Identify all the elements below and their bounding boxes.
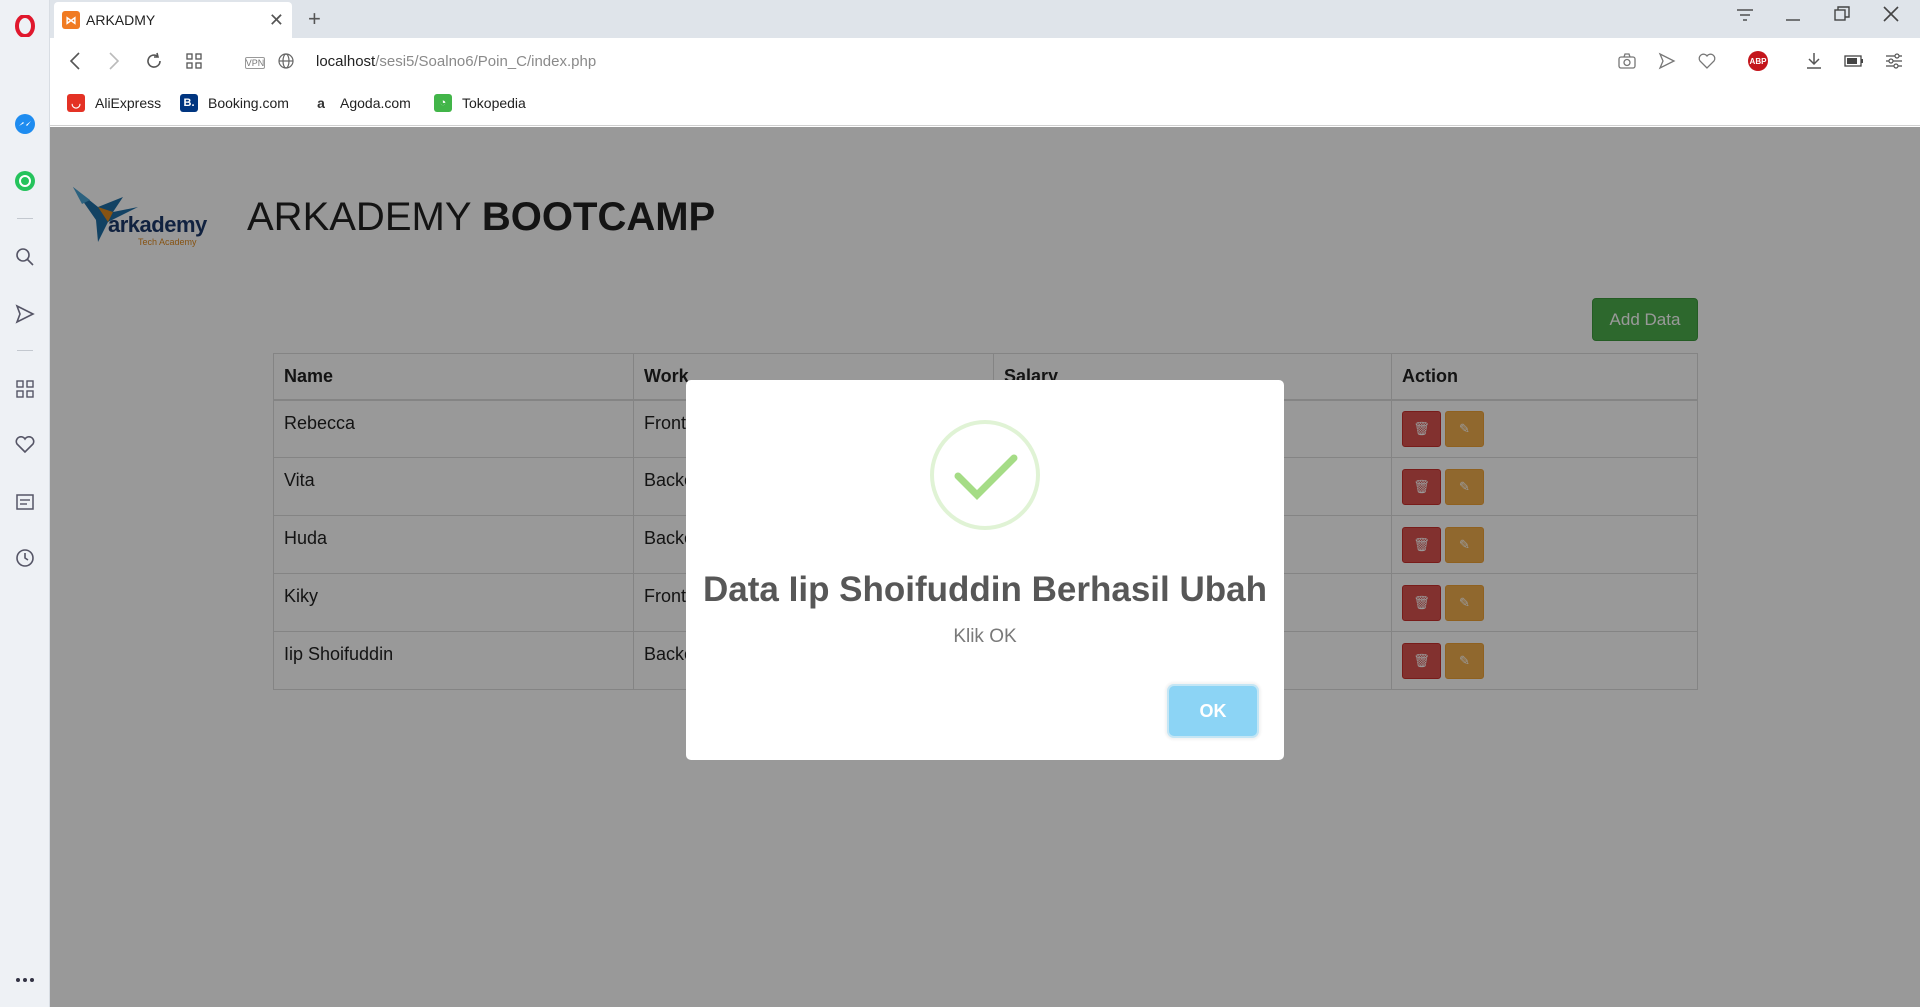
history-clock-icon[interactable] xyxy=(13,546,37,570)
browser-tab[interactable]: ⋈ ARKADMY ✕ xyxy=(54,2,292,38)
tab-menu-icon[interactable] xyxy=(1736,6,1754,27)
sidebar-divider xyxy=(17,218,33,219)
bookmark-label: Booking.com xyxy=(208,95,289,111)
new-tab-icon[interactable]: + xyxy=(308,6,321,32)
search-icon[interactable] xyxy=(13,245,37,269)
tab-close-icon[interactable]: ✕ xyxy=(269,10,284,31)
download-icon[interactable] xyxy=(1803,50,1825,72)
tabs-grid-icon[interactable] xyxy=(183,50,205,72)
page-content: arkademy Tech Academy ARKADEMY BOOTCAMP … xyxy=(50,127,1920,1007)
speed-dial-icon[interactable] xyxy=(13,377,37,401)
url-path: /sesi5/Soalno6/Poin_C/index.php xyxy=(375,53,597,70)
booking-icon: B. xyxy=(180,94,198,112)
bookmark-label: AliExpress xyxy=(95,95,162,111)
snapshot-camera-icon[interactable] xyxy=(1616,50,1638,72)
vpn-badge[interactable]: VPN xyxy=(245,57,265,69)
bookmark-tokopedia[interactable]: ◔ Tokopedia xyxy=(434,94,526,112)
sidebar-divider xyxy=(17,350,33,351)
dialog-text: Klik OK xyxy=(953,626,1017,647)
news-icon[interactable] xyxy=(13,490,37,514)
opera-logo-icon[interactable] xyxy=(13,14,37,38)
tab-favicon-icon: ⋈ xyxy=(62,11,80,29)
minimize-icon[interactable] xyxy=(1785,6,1801,27)
url-host: localhost xyxy=(316,53,376,70)
more-icon[interactable] xyxy=(13,968,37,992)
agoda-icon: a xyxy=(312,94,330,112)
bookmark-heart-icon[interactable] xyxy=(1696,50,1718,72)
close-window-icon[interactable] xyxy=(1883,6,1899,27)
reload-icon[interactable] xyxy=(143,50,165,72)
bookmarks-bar: ◡ AliExpress B. Booking.com a Agoda.com … xyxy=(50,86,1920,126)
tab-strip: ⋈ ARKADMY ✕ + xyxy=(50,0,1920,38)
restore-icon[interactable] xyxy=(1834,6,1850,27)
messenger-icon[interactable] xyxy=(13,112,37,136)
bookmark-label: Tokopedia xyxy=(462,95,526,111)
back-icon[interactable] xyxy=(64,50,86,72)
bookmark-agoda[interactable]: a Agoda.com xyxy=(312,94,411,112)
battery-icon[interactable] xyxy=(1843,50,1865,72)
success-dialog: Data Iip Shoifuddin Berhasil Ubah Klik O… xyxy=(686,380,1284,760)
address-bar: VPN localhost/sesi5/Soalno6/Poin_C/index… xyxy=(50,38,1920,86)
share-send-icon[interactable] xyxy=(1656,50,1678,72)
tab-title: ARKADMY xyxy=(86,12,156,28)
send-icon[interactable] xyxy=(13,302,37,326)
browser-sidebar xyxy=(0,0,50,1007)
adblock-plus-icon[interactable]: ABP xyxy=(1748,51,1768,71)
bookmark-aliexpress[interactable]: ◡ AliExpress xyxy=(67,94,161,112)
aliexpress-icon: ◡ xyxy=(67,94,85,112)
bookmark-booking[interactable]: B. Booking.com xyxy=(180,94,289,112)
dialog-title: Data Iip Shoifuddin Berhasil Ubah xyxy=(703,570,1267,609)
easy-setup-icon[interactable] xyxy=(1883,50,1905,72)
bookmark-label: Agoda.com xyxy=(340,95,411,111)
url-field[interactable]: localhost/sesi5/Soalno6/Poin_C/index.php xyxy=(316,53,596,70)
ok-button[interactable]: OK xyxy=(1169,686,1257,736)
whatsapp-icon[interactable] xyxy=(13,169,37,193)
globe-icon[interactable] xyxy=(275,50,297,72)
forward-icon[interactable] xyxy=(103,50,125,72)
tokopedia-icon: ◔ xyxy=(434,94,452,112)
heart-icon[interactable] xyxy=(13,433,37,457)
success-check-icon xyxy=(930,420,1040,530)
